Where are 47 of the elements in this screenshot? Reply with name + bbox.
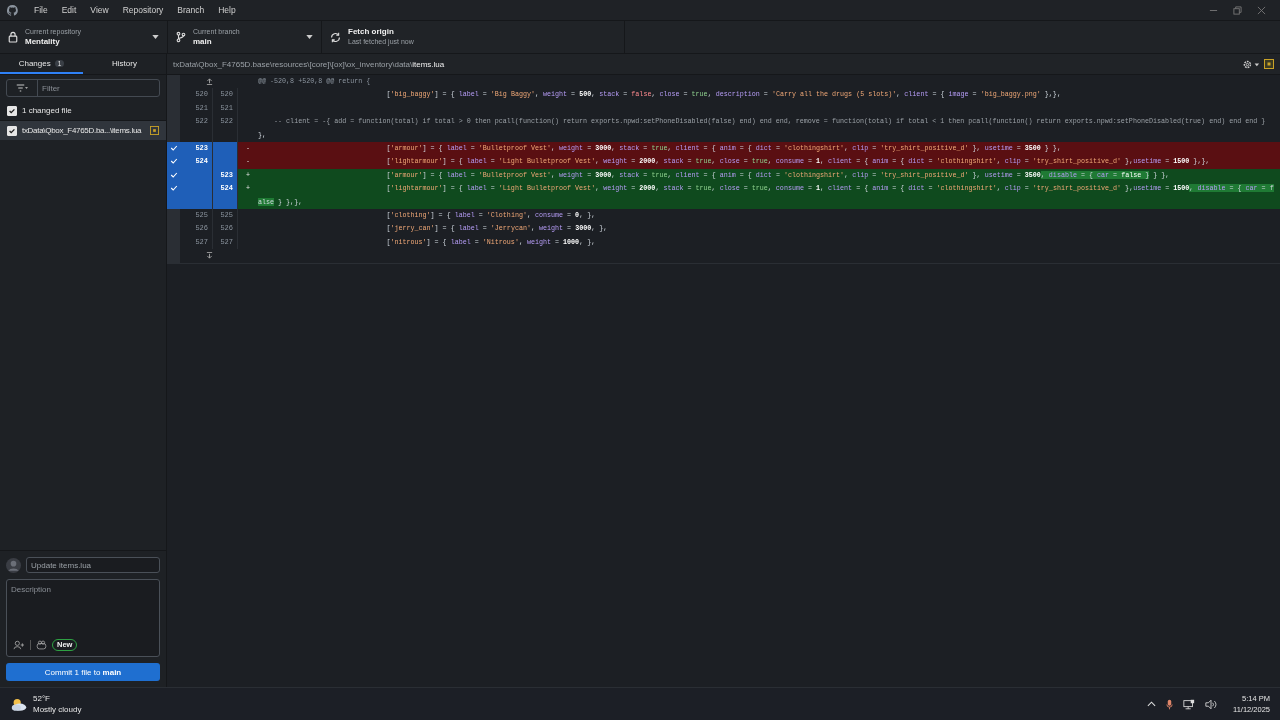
repository-name: Mentality [25,37,61,47]
filter-field[interactable]: Filter [6,79,160,97]
weather-widget[interactable]: 52°F Mostly cloudy [10,693,82,715]
checkbox[interactable] [7,105,17,116]
temperature: 52°F [33,693,51,704]
branch-icon [176,31,186,43]
changed-files-label: 1 changed file [22,106,72,115]
tab[interactable]: History [83,54,166,74]
cloudy-weather-icon [10,696,28,712]
avatar-icon [6,557,21,573]
menu-item[interactable]: Branch [170,5,212,15]
branch-name: main [193,37,213,47]
description-input[interactable]: Description [7,580,159,639]
lock-icon [8,31,18,43]
menu-item[interactable]: Repository [115,5,171,15]
commit-button[interactable]: Commit 1 file to main [6,663,160,681]
file-name: txData\Qbox_F4765D.ba...\items.lua [22,126,142,135]
caret-icon [152,35,159,39]
menu-item[interactable]: View [83,5,116,15]
settings-icon [1242,58,1260,70]
github-logo-icon [7,4,18,16]
microphone-icon[interactable] [1166,698,1173,710]
speaker-icon[interactable] [1205,698,1217,710]
network-icon[interactable] [1183,698,1195,710]
menu-item[interactable]: Help [211,5,243,15]
settings-button[interactable] [1242,58,1260,70]
restore-icon[interactable] [1233,5,1242,15]
filter-input[interactable]: Filter [38,80,159,96]
expand-down-icon[interactable] [205,252,213,260]
expand-up-icon[interactable] [205,78,213,86]
menu-item[interactable]: File [27,5,55,15]
add-coauthor-icon[interactable] [13,640,25,650]
menu-item[interactable]: Edit [54,5,84,15]
fetch-title: Fetch origin [348,27,395,37]
filter-icon [16,84,28,92]
chevron-up-icon[interactable] [1147,701,1156,707]
commit-summary-field[interactable]: Update items.lua [26,557,160,573]
sync-icon [330,31,341,43]
file-list-item[interactable]: txData\Qbox_F4765D.ba...\items.lua [0,120,166,140]
weather-condition: Mostly cloudy [33,704,82,715]
modified-icon [1264,59,1274,69]
close-icon[interactable] [1257,5,1266,15]
modified-icon [150,126,159,135]
copilot-icon[interactable] [36,640,47,650]
file-path: txData\Qbox_F4765D.base\resources\[core]\[ox]\ox_inventory\data\items.lua [173,59,445,69]
checkbox[interactable] [7,125,17,136]
caret-icon [306,35,313,39]
